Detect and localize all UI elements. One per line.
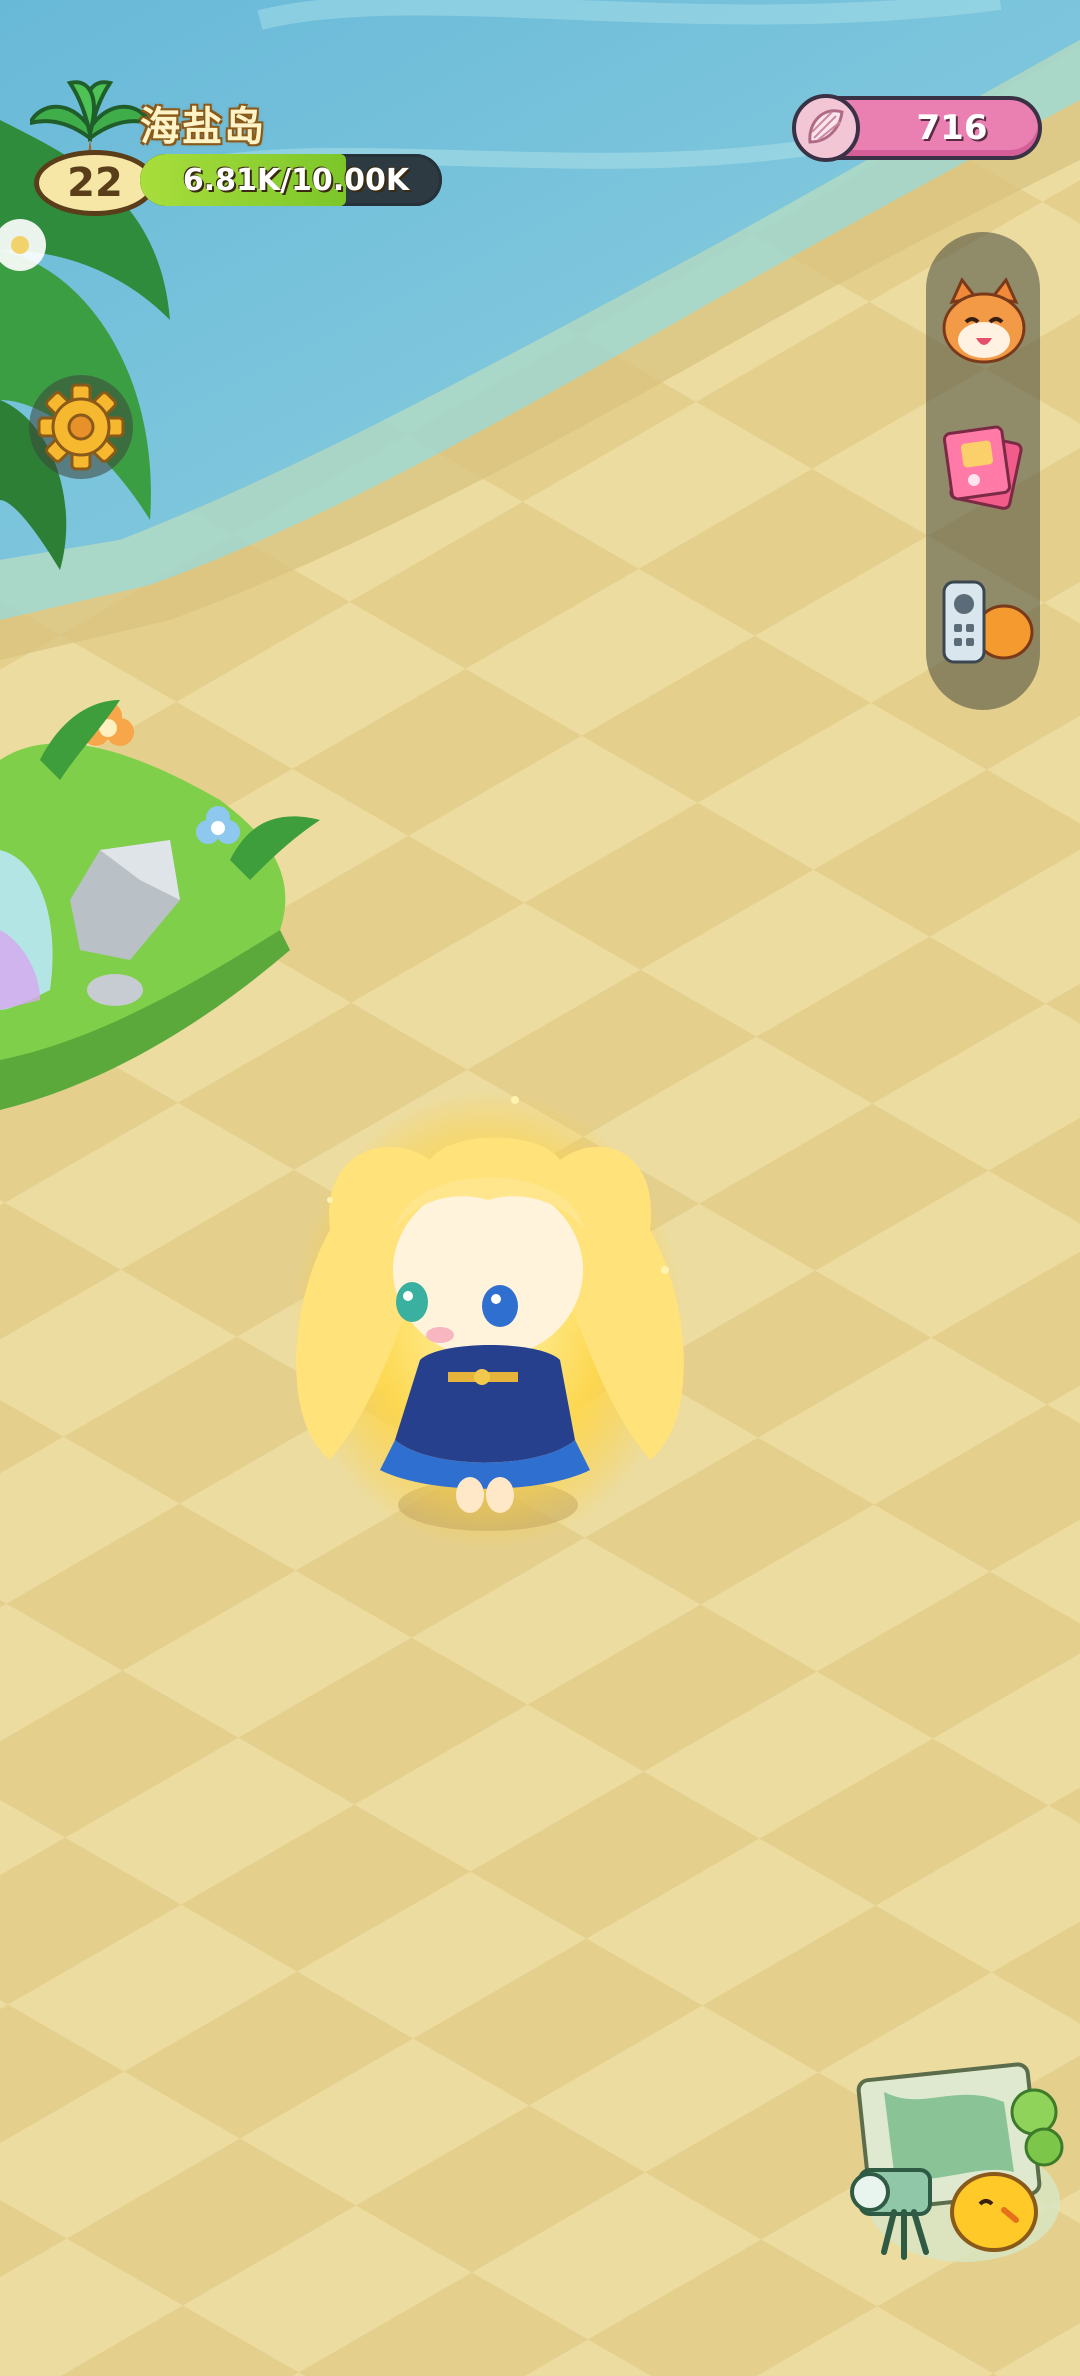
remote-control-icon[interactable] [934,570,1034,670]
album-book-icon[interactable] [934,416,1034,516]
island-scene [0,0,1080,2376]
character-cat-girl[interactable] [293,1090,684,1550]
island-xp-bar: 6.81K/10.00K [140,154,442,206]
shell-icon [792,94,860,162]
island-level: 22 [67,160,123,206]
xp-text: 6.81K/10.00K [182,162,410,198]
shell-value: 716 [916,108,988,148]
island-name: 海盐岛 [140,105,266,149]
photo-camera-icon[interactable] [834,2052,1064,2272]
settings-gear-icon[interactable] [26,372,136,482]
island-level-badge: 22 [34,150,156,216]
cat-friends-icon[interactable] [934,272,1034,372]
